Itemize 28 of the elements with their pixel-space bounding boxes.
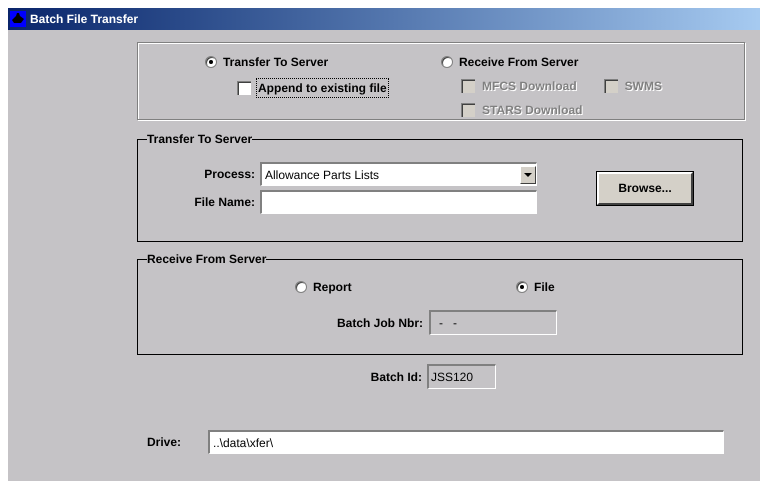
radio-label: Report bbox=[313, 279, 352, 296]
radio-label: File bbox=[534, 279, 555, 296]
browse-button[interactable]: Browse... bbox=[597, 172, 693, 204]
group-title: Transfer To Server bbox=[147, 131, 252, 148]
drive-field[interactable]: ..\data\xfer\ bbox=[208, 430, 724, 454]
checkbox-label: SWMS bbox=[624, 78, 664, 95]
batch-id-field: JSS120 bbox=[427, 364, 496, 389]
field-label: Drive: bbox=[147, 434, 182, 451]
checkbox-label: MFCS Download bbox=[481, 78, 578, 95]
batch-job-field: - - bbox=[429, 310, 557, 335]
checkbox[interactable] bbox=[237, 81, 251, 95]
field-label: Process: bbox=[203, 166, 255, 183]
file-name-field[interactable] bbox=[260, 190, 537, 214]
checkbox-label: STARS Download bbox=[481, 102, 584, 119]
radio-button[interactable]: Receive From Server bbox=[441, 53, 664, 71]
window-title: Batch File Transfer bbox=[30, 11, 138, 28]
checkbox-label: Append to existing file bbox=[257, 79, 388, 97]
field-label: File Name: bbox=[193, 194, 255, 211]
app-icon bbox=[10, 11, 26, 27]
radio-button[interactable]: Report bbox=[295, 278, 516, 296]
radio-button[interactable]: Transfer To Server bbox=[205, 53, 441, 71]
field-label: Batch Id: bbox=[370, 368, 422, 386]
radio-button[interactable]: File bbox=[516, 278, 555, 296]
process-dropdown[interactable]: Allowance Parts Lists bbox=[260, 162, 537, 186]
radio-label: Receive From Server bbox=[459, 54, 578, 71]
field-label: Batch Job Nbr: bbox=[336, 314, 423, 332]
group-title: Receive From Server bbox=[147, 251, 266, 268]
radio-label: Transfer To Server bbox=[223, 54, 328, 71]
